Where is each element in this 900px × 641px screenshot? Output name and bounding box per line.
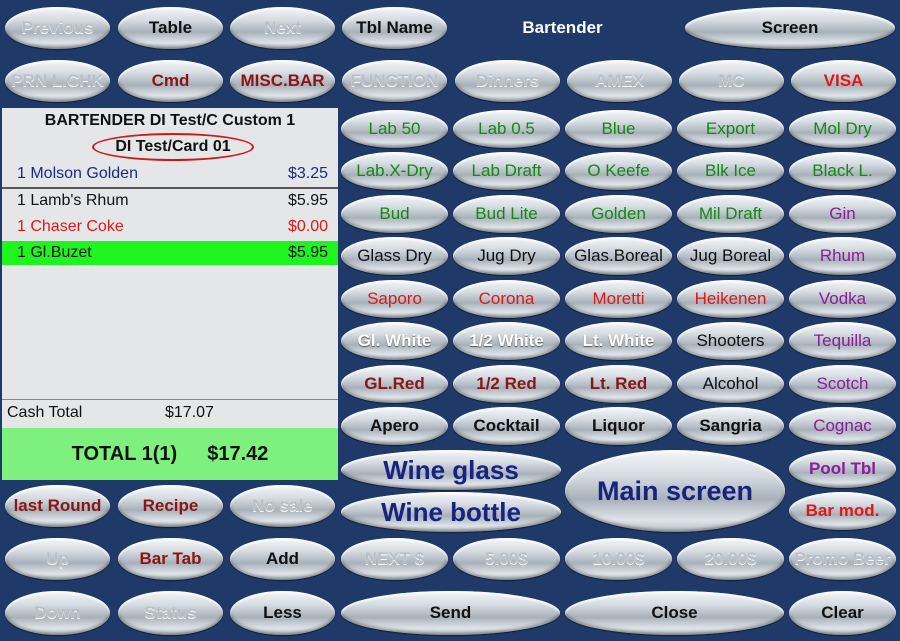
item-button[interactable]: Black L.: [789, 152, 896, 190]
item-button[interactable]: Glas.Boreal: [565, 237, 672, 275]
down-button[interactable]: Down: [5, 591, 110, 635]
item-button[interactable]: Blue: [565, 110, 672, 148]
item-name: 1 Gl.Buzet: [17, 244, 92, 261]
item-button[interactable]: Bud Lite: [453, 195, 560, 233]
item-price: $0.00: [287, 218, 328, 235]
close-button[interactable]: Close: [565, 591, 784, 635]
bartender-label: Bartender: [522, 18, 603, 37]
status-button[interactable]: Status: [118, 591, 223, 635]
item-button[interactable]: Mil Draft: [677, 195, 784, 233]
up-button[interactable]: Up: [5, 538, 110, 580]
main-screen-button[interactable]: Main screen: [565, 450, 785, 532]
ticket-panel: BARTENDER DI Test/C Custom 1 DI Test/Car…: [2, 108, 338, 480]
item-button[interactable]: Liquor: [565, 407, 672, 445]
item-button[interactable]: Jug Boreal: [677, 237, 784, 275]
previous-button[interactable]: Previous: [5, 7, 110, 49]
item-button[interactable]: Gl. White: [341, 322, 448, 360]
five-dollar-button[interactable]: 5.00$: [453, 538, 560, 580]
item-button[interactable]: Lab Draft: [453, 152, 560, 190]
item-button[interactable]: GL.Red: [341, 365, 448, 403]
item-button[interactable]: Cognac: [789, 407, 896, 445]
item-button[interactable]: Blk Ice: [677, 152, 784, 190]
card-name: DI Test/Card 01: [92, 133, 254, 161]
ticket-title: BARTENDER DI Test/C Custom 1: [44, 112, 296, 129]
screen-button[interactable]: Screen: [685, 7, 895, 49]
item-button[interactable]: Jug Dry: [453, 237, 560, 275]
cash-total-value: $17.07: [165, 404, 214, 421]
send-button[interactable]: Send: [341, 591, 560, 635]
item-button[interactable]: Lab 50: [341, 110, 448, 148]
item-button[interactable]: Scotch: [789, 365, 896, 403]
ten-dollar-button[interactable]: 10.00$: [565, 538, 672, 580]
item-button[interactable]: Export: [677, 110, 784, 148]
mc-button[interactable]: MC: [679, 60, 784, 102]
item-button[interactable]: Lab.X-Dry: [341, 152, 448, 190]
misc-bar-button[interactable]: MISC.BAR: [230, 60, 335, 102]
ticket-item[interactable]: 1 Chaser Coke $0.00: [2, 215, 338, 239]
item-button[interactable]: Gin: [789, 195, 896, 233]
cmd-button[interactable]: Cmd: [118, 60, 223, 102]
cash-total-row: Cash Total $17.07: [2, 402, 338, 424]
item-button[interactable]: Shooters: [677, 322, 784, 360]
dinners-button[interactable]: Dinners: [455, 60, 560, 102]
total-value: $17.42: [207, 442, 269, 465]
last-round-button[interactable]: last Round: [5, 485, 110, 527]
item-button[interactable]: Saporo: [341, 280, 448, 318]
item-button[interactable]: Glass Dry: [341, 237, 448, 275]
item-button[interactable]: Lab 0.5: [453, 110, 560, 148]
tbl-name-button[interactable]: Tbl Name: [342, 7, 447, 49]
item-button[interactable]: Heikenen: [677, 280, 784, 318]
item-name: 1 Chaser Coke: [17, 218, 124, 235]
item-price: $5.95: [287, 244, 328, 261]
amex-button[interactable]: AMEX: [567, 60, 672, 102]
item-button[interactable]: Sangria: [677, 407, 784, 445]
item-button[interactable]: Golden: [565, 195, 672, 233]
item-button[interactable]: Lt. White: [565, 322, 672, 360]
twenty-dollar-button[interactable]: 20.00$: [677, 538, 784, 580]
wine-bottle-button[interactable]: Wine bottle: [341, 492, 561, 532]
ticket-item[interactable]: 1 Molson Golden $3.25: [2, 162, 338, 186]
add-button[interactable]: Add: [230, 538, 335, 580]
clear-button[interactable]: Clear: [789, 591, 896, 635]
item-button[interactable]: Lt. Red: [565, 365, 672, 403]
pool-tbl-button[interactable]: Pool Tbl: [789, 450, 896, 488]
ticket-separator: [2, 399, 338, 400]
item-name: 1 Molson Golden: [17, 165, 138, 182]
item-button[interactable]: Tequilla: [789, 322, 896, 360]
total-label: TOTAL 1(1): [71, 442, 178, 465]
table-button[interactable]: Table: [118, 7, 223, 49]
item-button[interactable]: Rhum: [789, 237, 896, 275]
bar-mod-button[interactable]: Bar mod.: [789, 492, 896, 530]
cash-total-label: Cash Total: [7, 404, 83, 421]
item-button[interactable]: O Keefe: [565, 152, 672, 190]
next-button[interactable]: Next: [230, 7, 335, 49]
bar-tab-button[interactable]: Bar Tab: [118, 538, 223, 580]
item-price: $3.25: [287, 165, 328, 182]
item-button[interactable]: 1/2 Red: [453, 365, 560, 403]
promo-beer-button[interactable]: Promo Beer: [789, 538, 896, 580]
item-button[interactable]: Mol Dry: [789, 110, 896, 148]
ticket-item[interactable]: 1 Lamb's Rhum $5.95: [2, 189, 338, 213]
item-button[interactable]: Corona: [453, 280, 560, 318]
ticket-item-selected[interactable]: 1 Gl.Buzet $5.95: [2, 241, 338, 265]
visa-button[interactable]: VISA: [791, 60, 896, 102]
recipe-button[interactable]: Recipe: [118, 485, 223, 527]
wine-glass-button[interactable]: Wine glass: [341, 450, 561, 490]
total-box: TOTAL 1(1) $17.42: [2, 428, 338, 480]
item-button[interactable]: Vodka: [789, 280, 896, 318]
next-dollar-button[interactable]: NEXT $: [341, 538, 448, 580]
item-button[interactable]: Alcohol: [677, 365, 784, 403]
item-price: $5.95: [287, 192, 328, 209]
less-button[interactable]: Less: [230, 591, 335, 635]
no-sale-button[interactable]: No sale: [230, 485, 335, 527]
item-button[interactable]: Apero: [341, 407, 448, 445]
item-button[interactable]: Moretti: [565, 280, 672, 318]
item-name: 1 Lamb's Rhum: [17, 192, 129, 209]
prn-lchk-button[interactable]: PRN L.CHK: [5, 60, 110, 102]
item-button[interactable]: Cocktail: [453, 407, 560, 445]
item-button[interactable]: Bud: [341, 195, 448, 233]
item-button[interactable]: 1/2 White: [453, 322, 560, 360]
function-button[interactable]: FUNCTION: [342, 60, 447, 102]
